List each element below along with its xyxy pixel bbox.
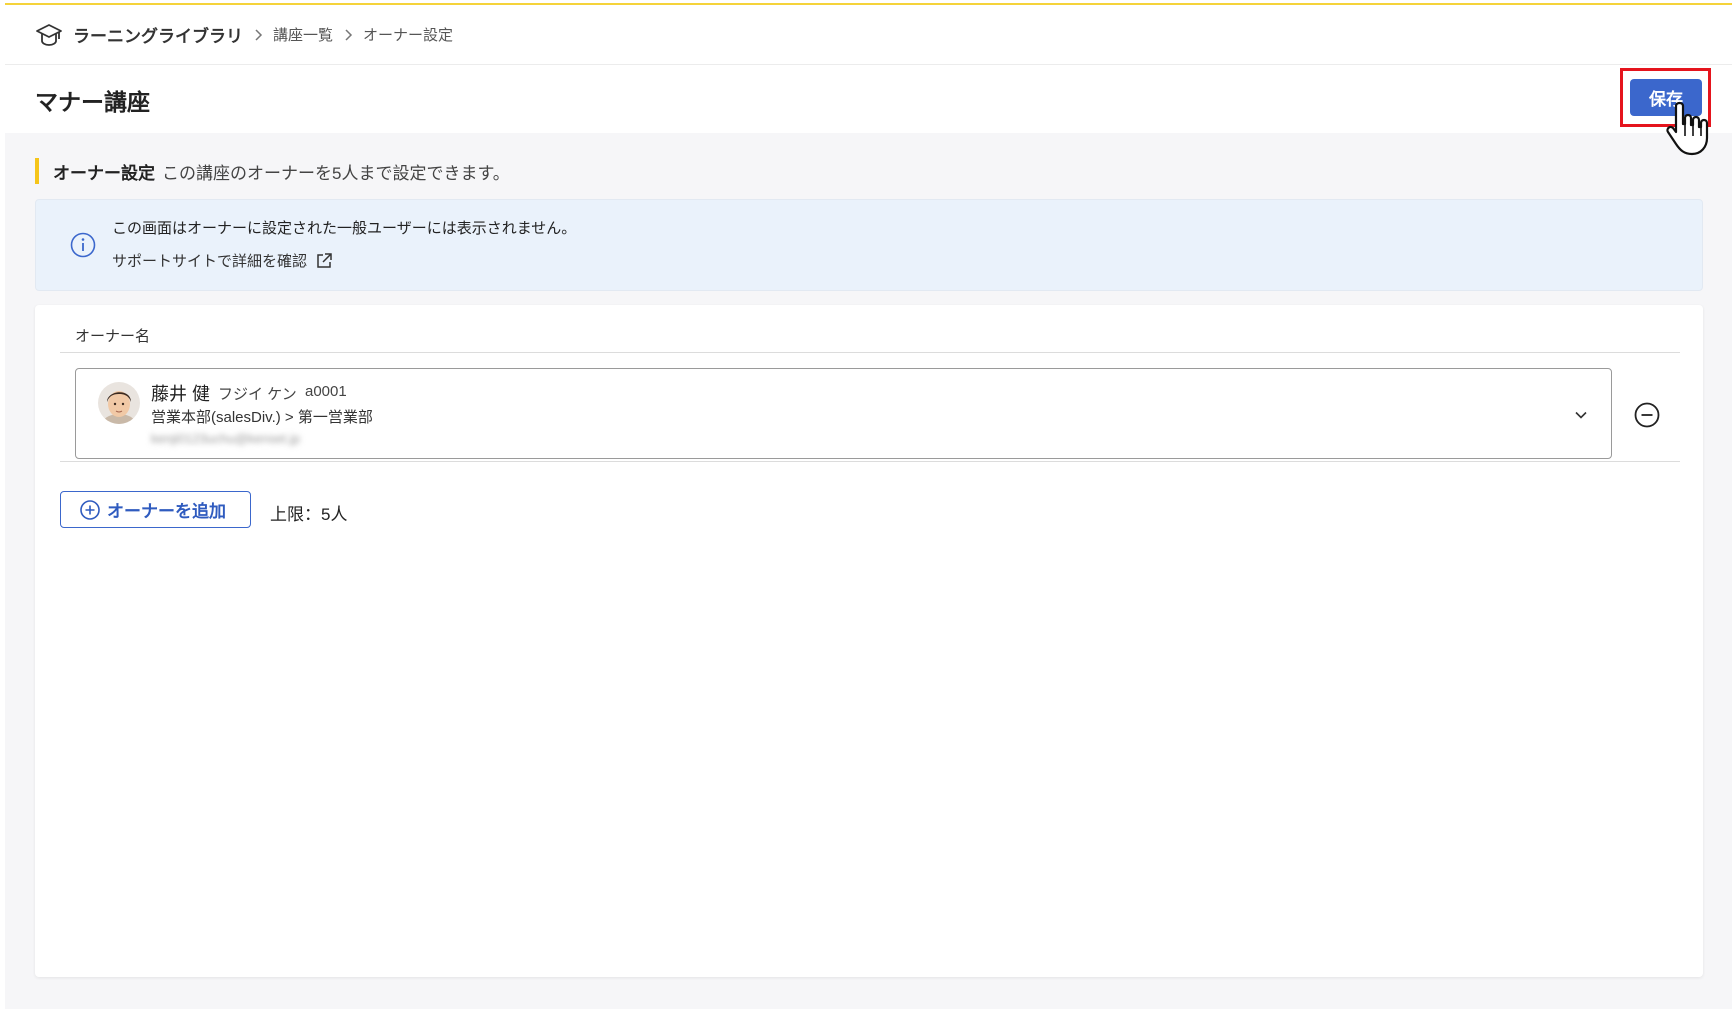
section-label: オーナー設定 <box>53 163 155 183</box>
save-button[interactable]: 保存 <box>1630 79 1702 116</box>
section-description: この講座のオーナーを5人まで設定できます。 <box>162 163 510 183</box>
info-circle-icon <box>70 232 96 258</box>
page-title: マナー講座 <box>35 89 150 115</box>
chevron-right-icon <box>255 28 263 41</box>
info-message: この画面はオーナーに設定された一般ユーザーには表示されません。 <box>112 220 577 237</box>
owner-limit: 上限：5人 <box>270 505 348 524</box>
avatar <box>98 382 140 424</box>
owner-card: オーナー名 藤井 健 フジイ ケン a0001 営業本部(salesDiv.) … <box>35 305 1703 977</box>
breadcrumb: ラーニングライブラリ 講座一覧 オーナー設定 <box>5 5 1732 65</box>
owner-name: 藤井 健 <box>151 384 211 404</box>
main-content: オーナー設定 この講座のオーナーを5人まで設定できます。 この画面はオーナーに設… <box>5 133 1732 1009</box>
support-site-link[interactable]: サポートサイトで詳細を確認 <box>112 250 333 271</box>
breadcrumb-course-list[interactable]: 講座一覧 <box>273 24 333 45</box>
divider <box>60 461 1680 462</box>
external-link-icon <box>317 252 332 268</box>
plus-circle-icon <box>80 499 100 520</box>
owner-select[interactable]: 藤井 健 フジイ ケン a0001 営業本部(salesDiv.) > 第一営業… <box>75 368 1612 459</box>
chevron-right-icon <box>345 28 353 41</box>
minus-circle-icon[interactable] <box>1632 400 1662 430</box>
chevron-down-icon[interactable] <box>1573 407 1589 423</box>
info-notice: この画面はオーナーに設定された一般ユーザーには表示されません。 サポートサイトで… <box>35 199 1703 291</box>
add-owner-label: オーナーを追加 <box>107 502 226 521</box>
divider <box>60 352 1680 353</box>
owner-id: a0001 <box>305 383 347 400</box>
section-header: オーナー設定 この講座のオーナーを5人まで設定できます。 <box>35 158 510 184</box>
owner-column-header: オーナー名 <box>75 328 151 345</box>
title-bar: マナー講座 <box>5 66 1732 132</box>
breadcrumb-root[interactable]: ラーニングライブラリ <box>73 22 243 47</box>
owner-email: kenji0123uchu@kenset.jp <box>151 431 301 446</box>
owner-kana: フジイ ケン <box>218 386 297 403</box>
add-owner-button[interactable]: オーナーを追加 <box>60 491 251 528</box>
graduation-cap-icon <box>36 23 62 46</box>
support-link-label: サポートサイトで詳細を確認 <box>112 253 308 270</box>
breadcrumb-current: オーナー設定 <box>363 27 454 44</box>
owner-department: 営業本部(salesDiv.) > 第一営業部 <box>151 409 373 426</box>
